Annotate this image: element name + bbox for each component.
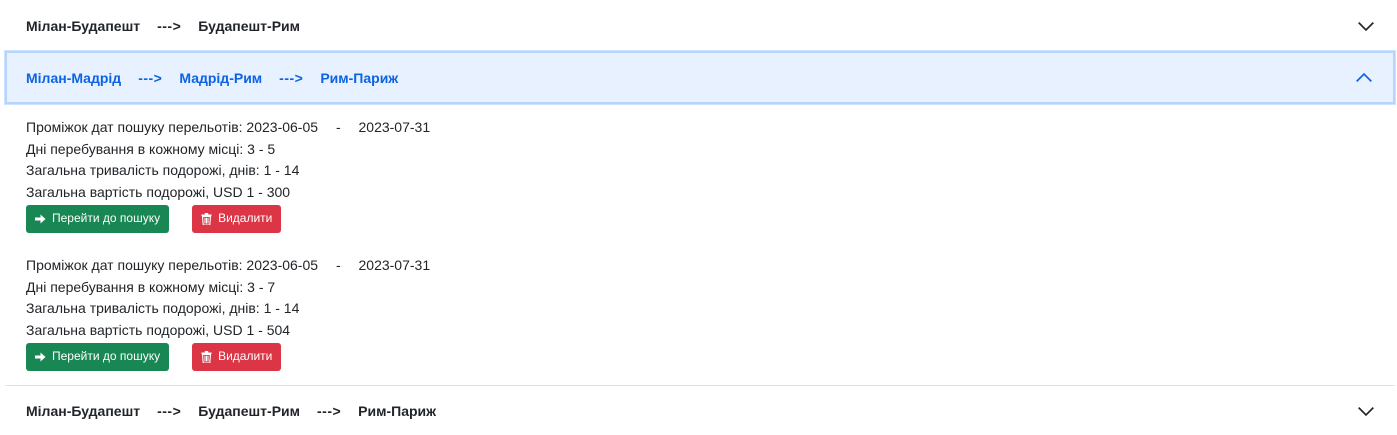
trip-duration: Загальна тривалість подорожі, днів: 1 - … — [26, 162, 300, 179]
trip-cost: Загальна вартість подорожі, USD 1 - 300 — [26, 184, 291, 201]
entry-actions: Перейти до пошуку Видалити — [26, 204, 1395, 233]
delete-label: Видалити — [218, 210, 273, 225]
accordion-item-route-3: Мілан-Будапешт ---> Будапешт-Рим ---> Ри… — [5, 385, 1395, 435]
search-range-label: Проміжок дат пошуку перельотів: — [26, 119, 243, 135]
route-title: Мілан-Будапешт ---> Будапешт-Рим — [26, 18, 300, 34]
route-header-active[interactable]: Мілан-Мадрід ---> Мадрід-Рим ---> Рим-Па… — [5, 51, 1395, 104]
date-separator: - — [335, 256, 341, 273]
accordion-item-route-1: Мілан-Будапешт ---> Будапешт-Рим — [5, 0, 1395, 51]
route-title: Мілан-Мадрід ---> Мадрід-Рим ---> Рим-Па… — [26, 70, 398, 86]
route-body: Проміжок дат пошуку перельотів: 2023-06-… — [5, 104, 1395, 379]
arrow-right-icon — [35, 214, 46, 224]
routes-accordion: Мілан-Будапешт ---> Будапешт-Рим Мілан-М… — [5, 0, 1395, 435]
search-entry: Проміжок дат пошуку перельотів: 2023-06-… — [26, 255, 1395, 371]
accordion-item-route-2: Мілан-Мадрід ---> Мадрід-Рим ---> Рим-Па… — [5, 51, 1395, 386]
chevron-down-icon[interactable] — [1357, 402, 1375, 420]
date-to: 2023-07-31 — [358, 119, 431, 135]
trip-duration: Загальна тривалість подорожі, днів: 1 - … — [26, 300, 300, 317]
date-to: 2023-07-31 — [358, 256, 431, 273]
date-from: 2023-06-05 — [246, 119, 319, 135]
delete-label: Видалити — [218, 348, 273, 363]
chevron-up-icon[interactable] — [1355, 69, 1373, 87]
route-stop: Мілан-Мадрід — [26, 69, 122, 86]
search-date-range: Проміжок дат пошуку перельотів: 2023-06-… — [26, 255, 1395, 277]
route-arrow: ---> — [279, 69, 304, 86]
route-header[interactable]: Мілан-Будапешт ---> Будапешт-Рим — [5, 0, 1395, 51]
go-to-search-button[interactable]: Перейти до пошуку — [26, 204, 170, 233]
search-entry: Проміжок дат пошуку перельотів: 2023-06-… — [26, 117, 1395, 233]
date-from: 2023-06-05 — [246, 256, 319, 273]
route-arrow: ---> — [157, 17, 182, 34]
route-stop: Мадрід-Рим — [179, 69, 263, 86]
route-stop: Мілан-Будапешт — [26, 403, 141, 420]
trash-icon — [201, 212, 212, 225]
delete-button[interactable]: Видалити — [192, 342, 282, 371]
arrow-right-icon — [35, 352, 46, 362]
go-to-search-label: Перейти до пошуку — [52, 348, 161, 363]
route-stop: Будапешт-Рим — [198, 17, 300, 34]
route-stop: Рим-Париж — [320, 69, 399, 86]
route-stop: Рим-Париж — [358, 403, 437, 420]
stay-days: Дні перебування в кожному місці: 3 - 5 — [26, 140, 276, 157]
trash-icon — [201, 350, 212, 363]
route-header[interactable]: Мілан-Будапешт ---> Будапешт-Рим ---> Ри… — [5, 385, 1395, 435]
chevron-down-icon[interactable] — [1357, 17, 1375, 35]
date-separator: - — [335, 119, 341, 135]
entry-actions: Перейти до пошуку Видалити — [26, 342, 1395, 371]
route-arrow: ---> — [138, 69, 163, 86]
route-stop: Будапешт-Рим — [198, 403, 300, 420]
go-to-search-button[interactable]: Перейти до пошуку — [26, 342, 170, 371]
go-to-search-label: Перейти до пошуку — [52, 210, 161, 225]
route-arrow: ---> — [317, 403, 342, 420]
search-range-label: Проміжок дат пошуку перельотів: — [26, 256, 243, 273]
route-title: Мілан-Будапешт ---> Будапешт-Рим ---> Ри… — [26, 403, 436, 419]
stay-days: Дні перебування в кожному місці: 3 - 7 — [26, 278, 276, 295]
trip-cost: Загальна вартість подорожі, USD 1 - 504 — [26, 321, 291, 338]
delete-button[interactable]: Видалити — [192, 204, 282, 233]
route-stop: Мілан-Будапешт — [26, 17, 141, 34]
search-date-range: Проміжок дат пошуку перельотів: 2023-06-… — [26, 117, 1395, 139]
route-arrow: ---> — [157, 403, 182, 420]
